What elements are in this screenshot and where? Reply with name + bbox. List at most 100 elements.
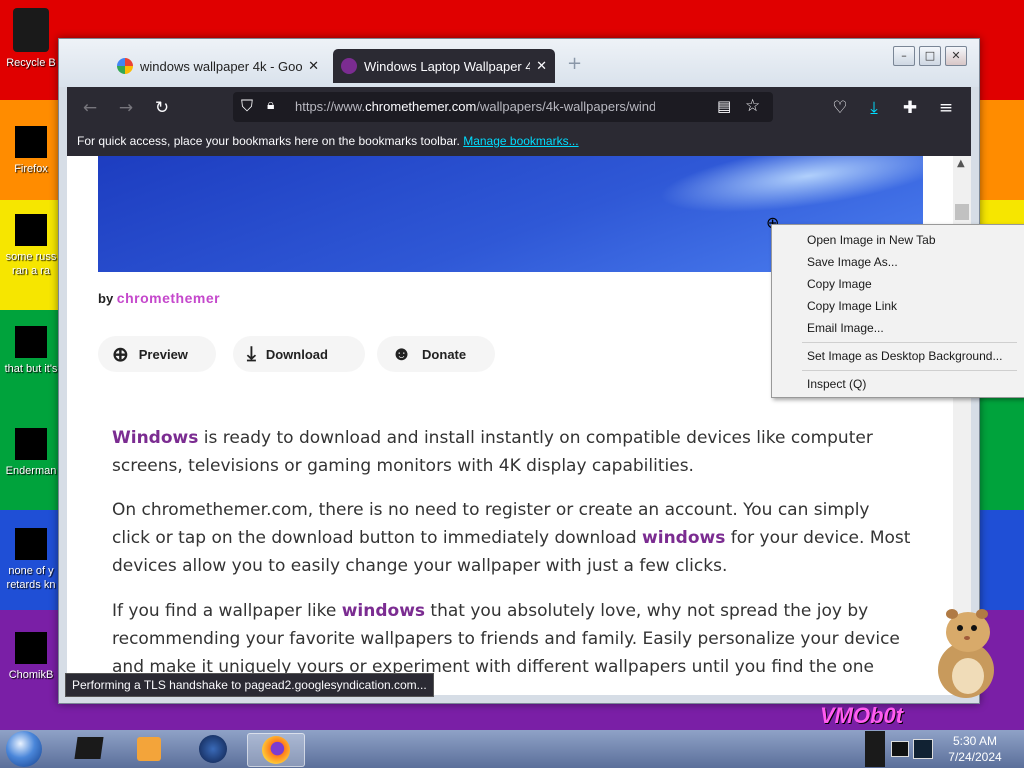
pocket-icon[interactable]: ♡: [829, 97, 851, 119]
paragraph-2: On chromethemer.com, there is no need to…: [112, 496, 912, 580]
manage-bookmarks-link[interactable]: Manage bookmarks...: [463, 134, 578, 148]
url-prefix: https://www.: [295, 99, 366, 114]
donate-label: Donate: [422, 346, 467, 362]
paragraph-1: Windows is ready to download and install…: [112, 424, 912, 480]
desktop-icon-enderman[interactable]: Enderman: [0, 428, 62, 478]
author-link[interactable]: chromethemer: [117, 290, 220, 306]
tab-google-search[interactable]: windows wallpaper 4k - Google ✕: [109, 49, 327, 83]
google-icon: [117, 58, 133, 74]
tab-windows-wallpaper[interactable]: Windows Laptop Wallpaper 4K ✕: [333, 49, 555, 83]
new-tab-button[interactable]: +: [567, 53, 582, 74]
scroll-up-arrow-icon[interactable]: ▲: [957, 158, 965, 169]
desktop-icon-recycle-bin[interactable]: Recycle B: [0, 8, 62, 70]
url-bar[interactable]: ⛉ 🔒︎ https://www.chromethemer.com/wallpa…: [233, 92, 773, 122]
menu-separator: [802, 370, 1017, 371]
firefox-shortcut-icon: [15, 126, 47, 158]
menu-save-image-as[interactable]: Save Image As...: [807, 255, 898, 269]
keyword-link[interactable]: Windows: [112, 428, 198, 448]
back-arrow-icon[interactable]: ←: [79, 97, 101, 119]
download-arrow-icon: ⤓: [247, 342, 256, 365]
paragraph-text: is ready to download and install instant…: [112, 428, 873, 476]
bookmark-star-icon[interactable]: ☆: [745, 96, 760, 116]
close-tab-icon[interactable]: ✕: [308, 58, 319, 74]
close-tab-icon[interactable]: ✕: [536, 58, 547, 74]
url-path: /wallpapers/4k-wallpapers/windows: [476, 99, 655, 114]
desktop-icon-label: none of y retards kn: [6, 565, 56, 591]
url-domain: chromethemer.com: [365, 99, 477, 114]
by-label: by: [98, 291, 114, 306]
scrollbar-thumb[interactable]: [955, 204, 969, 220]
start-button[interactable]: [6, 731, 42, 767]
tab-title: Windows Laptop Wallpaper 4K: [364, 58, 531, 74]
desktop-icon-file-1[interactable]: some russ ran a ra: [0, 214, 62, 278]
download-button[interactable]: ⤓ Download: [233, 336, 365, 372]
menu-copy-image-link[interactable]: Copy Image Link: [807, 299, 897, 313]
menu-inspect[interactable]: Inspect (Q): [807, 377, 866, 391]
taskbar-media-player[interactable]: [124, 733, 174, 765]
clock-date: 7/24/2024: [948, 750, 1002, 764]
light-streak: [655, 156, 923, 227]
desktop-icon-label: Recycle B: [6, 57, 56, 69]
app-icon: [74, 737, 104, 759]
reload-icon[interactable]: ↻: [151, 97, 173, 119]
volume-icon[interactable]: [913, 739, 933, 759]
taskbar-app-1[interactable]: [64, 733, 114, 765]
taskbar-firefox[interactable]: [247, 733, 305, 767]
menu-hamburger-icon[interactable]: ≡: [935, 97, 957, 119]
network-icon[interactable]: [891, 741, 909, 757]
tab-title: windows wallpaper 4k - Google: [140, 58, 303, 74]
menu-copy-image[interactable]: Copy Image: [807, 277, 872, 291]
menu-set-desktop-background[interactable]: Set Image as Desktop Background...: [807, 349, 1002, 363]
firefox-icon: [262, 736, 290, 764]
globe-icon: [199, 735, 227, 763]
desktop-icon-label: Enderman: [5, 465, 57, 477]
desktop-icon-chomik[interactable]: ChomikB: [0, 632, 62, 682]
chromethemer-icon: [341, 58, 357, 74]
donate-button[interactable]: ☻ Donate: [377, 336, 495, 372]
file-icon: [15, 632, 47, 664]
taskbar-clock[interactable]: 5:30 AM 7/24/2024: [940, 733, 1010, 765]
reader-view-icon[interactable]: ▤: [717, 97, 731, 115]
paragraph-text: If you find a wallpaper like: [112, 601, 342, 621]
clock-time: 5:30 AM: [952, 734, 998, 748]
preview-label: Preview: [138, 346, 188, 362]
zoom-in-icon: ⊕: [112, 343, 129, 366]
url-text[interactable]: https://www.chromethemer.com/wallpapers/…: [295, 99, 655, 114]
desktop-icon-file-2[interactable]: that but it's: [0, 326, 62, 376]
file-icon: [15, 214, 47, 246]
taskbar-app-3[interactable]: [188, 733, 238, 765]
maximize-button[interactable]: □: [919, 46, 941, 66]
show-hidden-icons[interactable]: [865, 731, 885, 767]
keyword-link[interactable]: windows: [642, 528, 725, 548]
forward-arrow-icon[interactable]: →: [115, 97, 137, 119]
desktop-icon-label: Firefox: [14, 163, 48, 175]
nav-toolbar: ← → ↻ ⛉ 🔒︎ https://www.chromethemer.com/…: [67, 87, 971, 127]
desktop-icon-firefox[interactable]: Firefox: [0, 126, 62, 176]
file-icon: [15, 528, 47, 560]
hamster-desktop-pet: [938, 609, 994, 698]
donate-person-icon: ☻: [391, 342, 413, 365]
desktop-icon-file-3[interactable]: none of y retards kn: [0, 528, 62, 592]
tray-area: [865, 731, 933, 767]
file-icon: [15, 428, 47, 460]
watermark-text: VMOb0t: [820, 703, 904, 728]
download-icon[interactable]: ⤓: [863, 97, 885, 119]
lock-icon[interactable]: 🔒︎: [267, 97, 274, 113]
extensions-icon[interactable]: ✚: [899, 97, 921, 119]
menu-open-image-new-tab[interactable]: Open Image in New Tab: [807, 233, 936, 247]
shield-icon[interactable]: ⛉: [241, 96, 253, 116]
bookmarks-hint-text: For quick access, place your bookmarks h…: [77, 134, 460, 148]
image-context-menu: Open Image in New Tab Save Image As... C…: [771, 224, 1024, 398]
keyword-link[interactable]: windows: [342, 601, 425, 621]
minimize-button[interactable]: –: [893, 46, 915, 66]
download-label: Download: [265, 346, 328, 362]
file-icon: [15, 326, 47, 358]
preview-button[interactable]: ⊕ Preview: [98, 336, 216, 372]
bookmarks-toolbar: For quick access, place your bookmarks h…: [67, 127, 971, 156]
menu-separator: [802, 342, 1017, 343]
desktop-icon-label: that but it's: [4, 363, 58, 375]
menu-email-image[interactable]: Email Image...: [807, 321, 884, 335]
desktop-icon-label: some russ ran a ra: [5, 251, 57, 277]
close-window-button[interactable]: ✕: [945, 46, 967, 66]
tab-strip: windows wallpaper 4k - Google ✕ Windows …: [59, 39, 979, 87]
